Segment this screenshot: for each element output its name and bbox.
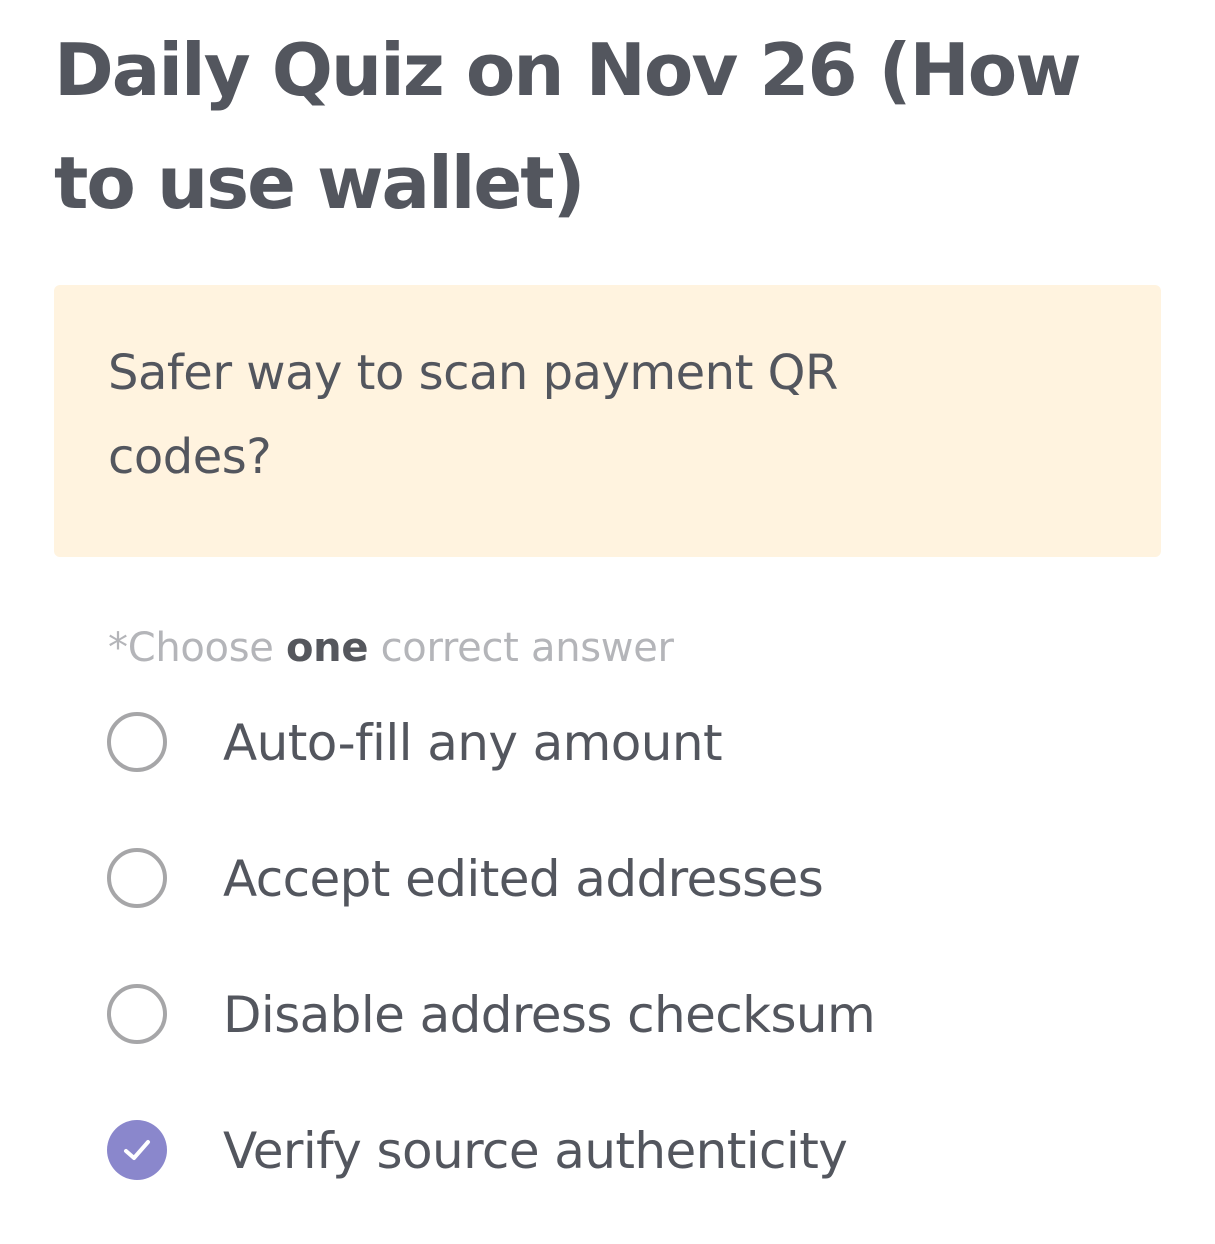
answer-option-label: Disable address checksum	[223, 986, 876, 1044]
question-card: Safer way to scan payment QR codes?	[54, 285, 1161, 557]
radio-button[interactable]	[107, 984, 167, 1044]
question-text: Safer way to scan payment QR codes?	[108, 345, 838, 485]
radio-button[interactable]	[107, 848, 167, 908]
answer-option-label: Auto-fill any amount	[223, 714, 723, 772]
answer-option[interactable]: Auto-fill any amount	[107, 700, 1107, 836]
answer-option[interactable]: Disable address checksum	[107, 972, 1107, 1108]
answer-option-label: Verify source authenticity	[223, 1122, 848, 1180]
check-icon	[124, 1140, 150, 1160]
instruction-prefix: *Choose	[108, 625, 286, 671]
answer-instruction: *Choose one correct answer	[108, 620, 674, 676]
quiz-title: Daily Quiz on Nov 26 (How to use wallet)	[54, 28, 1082, 225]
answer-options: Auto-fill any amount Accept edited addre…	[107, 700, 1107, 1244]
answer-option-selected[interactable]: Verify source authenticity	[107, 1108, 1107, 1244]
quiz-page: Daily Quiz on Nov 26 (How to use wallet)…	[0, 0, 1215, 1240]
radio-button[interactable]	[107, 712, 167, 772]
instruction-suffix: correct answer	[368, 625, 674, 671]
instruction-emphasis: one	[286, 625, 369, 671]
radio-button-checked[interactable]	[107, 1120, 167, 1180]
answer-option-label: Accept edited addresses	[223, 850, 824, 908]
answer-option[interactable]: Accept edited addresses	[107, 836, 1107, 972]
